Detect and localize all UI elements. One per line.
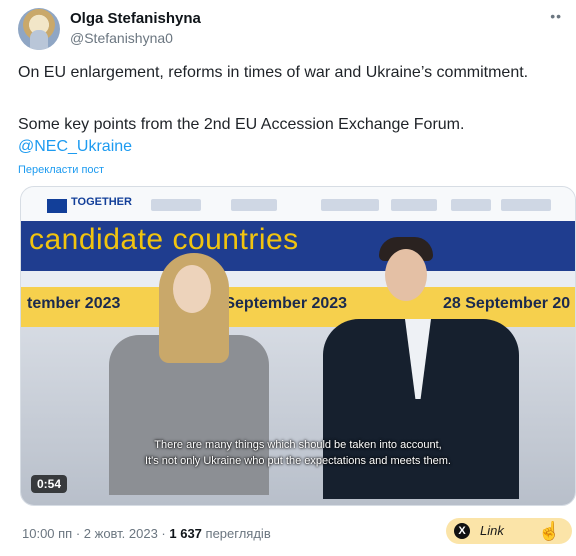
partner-logo [451, 199, 491, 211]
tweet-header: Olga Stefanishyna @Stefanishyna0 •• [18, 6, 566, 52]
video-player[interactable]: TOGETHER candidate countries tember 2023… [20, 186, 576, 506]
avatar[interactable] [18, 8, 60, 50]
tweet-text-line-1: On EU enlargement, reforms in times of w… [18, 64, 529, 81]
partner-logo [231, 199, 277, 211]
tweet-meta: 10:00 пп · 2 жовт. 2023 · 1 637 перегляд… [22, 526, 271, 541]
partner-logo [151, 199, 201, 211]
x-logo-icon: X [454, 523, 470, 539]
pointing-hand-icon: ☝ [538, 521, 561, 541]
date-label: 8 September 2023 [211, 295, 348, 312]
views-count: 1 637 [169, 526, 202, 541]
video-duration: 0:54 [31, 475, 68, 493]
mention-link[interactable]: @NEC_Ukraine [18, 138, 132, 156]
link-label[interactable]: Link [480, 523, 504, 538]
translate-post-link[interactable]: Перекласти пост [18, 164, 104, 176]
author-name[interactable]: Olga Stefanishyna [70, 10, 201, 27]
more-options-icon[interactable]: •• [550, 8, 562, 24]
link-chip[interactable]: X Link ☝ [446, 518, 572, 544]
subtitle-line-1: There are many things which should be ta… [154, 439, 442, 451]
speaker-man-face [385, 249, 427, 301]
partner-logo [321, 199, 379, 211]
date-label: tember 2023 [27, 295, 121, 312]
together-logo: TOGETHER [71, 196, 132, 208]
banner-title: candidate countries [29, 223, 299, 256]
post-time[interactable]: 10:00 пп · 2 жовт. 2023 · [22, 526, 169, 541]
partner-logo [501, 199, 551, 211]
eu-flag-icon [47, 199, 67, 213]
tweet-text-line-2: Some key points from the 2nd EU Accessio… [18, 116, 465, 133]
author-handle[interactable]: @Stefanishyna0 [70, 30, 173, 46]
views-label: переглядів [201, 526, 271, 541]
date-label: 28 September 20 [443, 295, 571, 312]
subtitle-line-2: It's not only Ukraine who put the expect… [145, 455, 451, 467]
speaker-woman-face [173, 265, 211, 313]
logo-band: TOGETHER [21, 187, 575, 221]
conference-banner: candidate countries [21, 221, 575, 271]
partner-logo [391, 199, 437, 211]
